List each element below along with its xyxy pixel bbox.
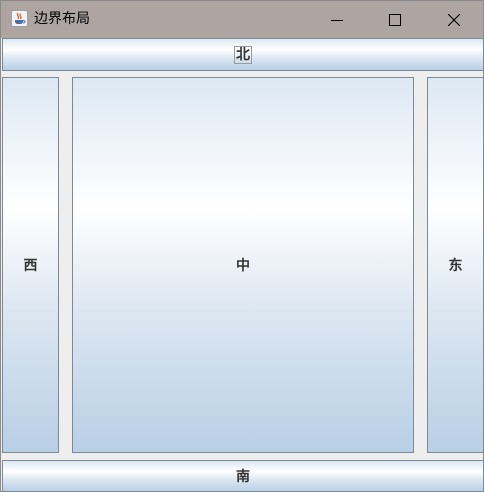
- java-coffee-cup-icon: [11, 10, 28, 27]
- window-title: 边界布局: [34, 11, 90, 27]
- south-button-label: 南: [236, 469, 250, 485]
- east-button-label: 东: [448, 258, 463, 274]
- close-button[interactable]: [425, 1, 483, 38]
- north-button[interactable]: 北: [2, 38, 484, 71]
- center-button[interactable]: 中: [72, 77, 414, 453]
- minimize-button[interactable]: [308, 1, 366, 38]
- east-button[interactable]: 东: [427, 77, 484, 453]
- maximize-icon: [389, 13, 401, 26]
- minimize-icon: [331, 14, 343, 26]
- title-bar[interactable]: 边界布局: [1, 1, 483, 38]
- west-button-label: 西: [23, 258, 38, 274]
- west-button[interactable]: 西: [2, 77, 59, 453]
- center-button-label: 中: [236, 258, 250, 274]
- maximize-button[interactable]: [366, 1, 424, 38]
- close-icon: [448, 13, 460, 26]
- north-button-label: 北: [234, 45, 252, 64]
- app-window: 边界布局 北 西 中 东 南: [0, 0, 484, 492]
- south-button[interactable]: 南: [2, 460, 484, 492]
